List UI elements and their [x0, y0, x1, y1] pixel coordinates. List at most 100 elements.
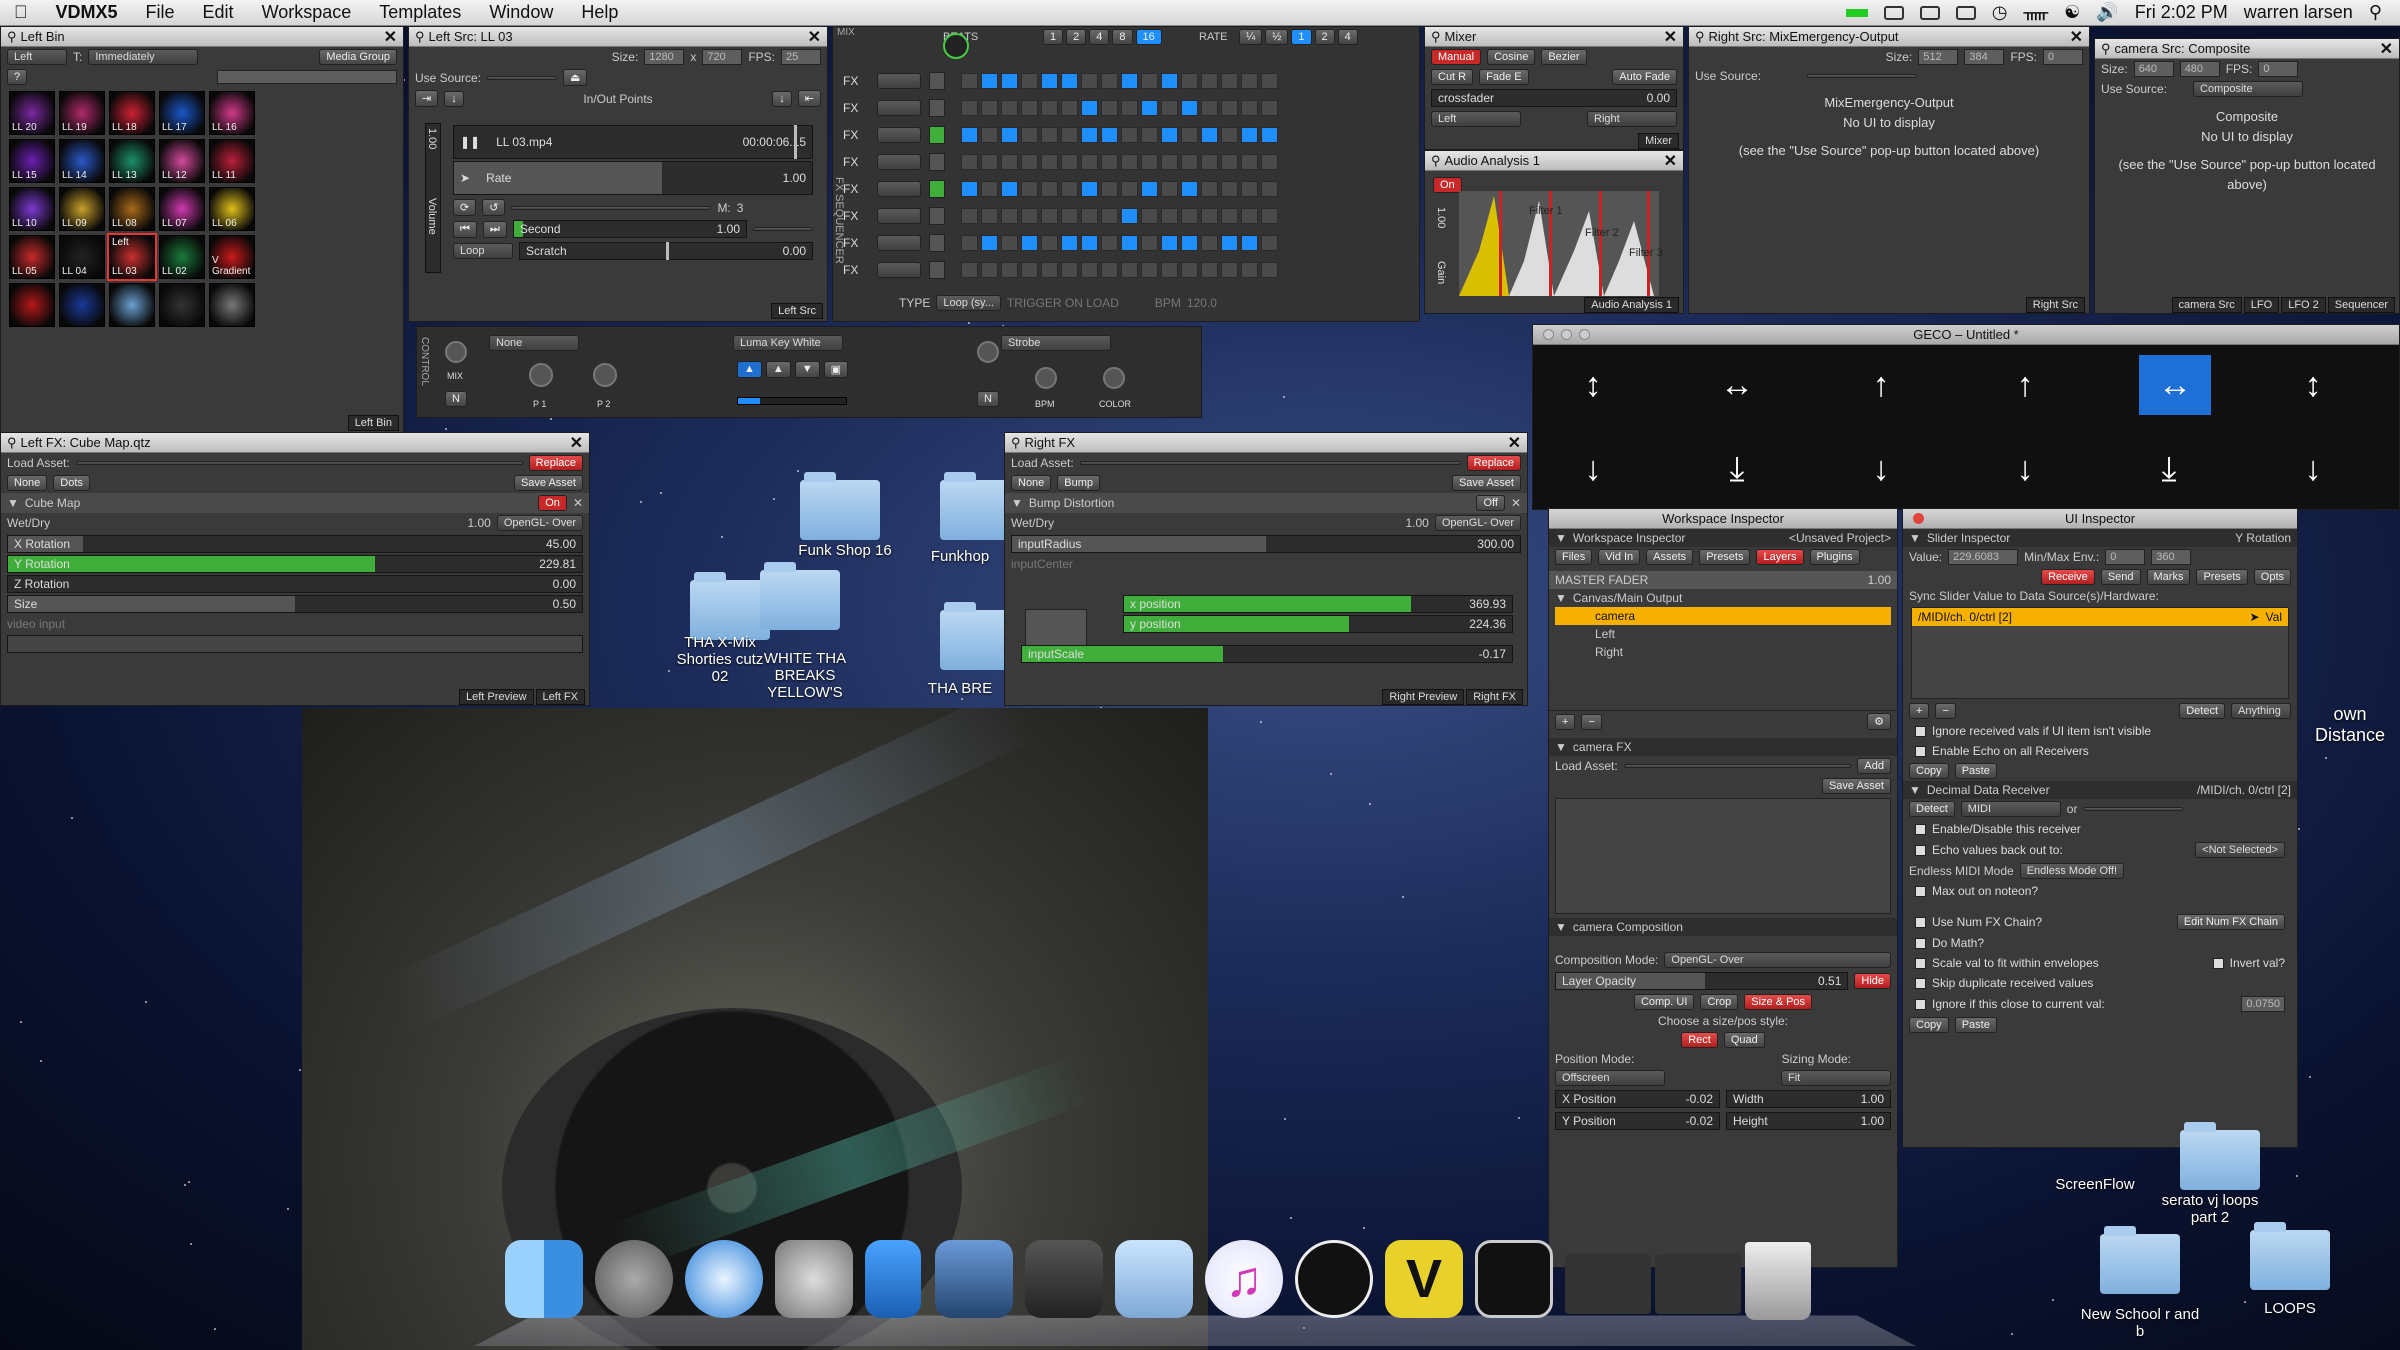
seq-step[interactable] — [1041, 180, 1058, 197]
seq-step[interactable] — [1041, 207, 1058, 224]
close-icon[interactable]: ✕ — [1511, 496, 1521, 510]
height-field[interactable]: 384 — [1964, 49, 2005, 65]
ddr-paste-button[interactable]: Paste — [1954, 1017, 1997, 1033]
tab-right-preview[interactable]: Right Preview — [1382, 689, 1465, 705]
seq-step[interactable] — [1201, 99, 1218, 116]
seq-step[interactable] — [961, 153, 978, 170]
workspace-tab[interactable]: Vid In — [1598, 549, 1641, 565]
playhead-slider[interactable]: ❚❚ LL 03.mp4 00:00:06.15 — [453, 125, 813, 159]
out-point-button[interactable]: ⇤ — [797, 90, 821, 107]
seq-step[interactable] — [1241, 234, 1258, 251]
beats-button[interactable]: 1 — [1043, 29, 1064, 45]
folder-icon[interactable] — [2250, 1222, 2330, 1290]
enable-receiver-checkbox[interactable]: Enable/Disable this receiver — [1903, 819, 2297, 839]
seq-step[interactable] — [1001, 153, 1018, 170]
seq-step[interactable] — [1261, 72, 1278, 89]
eject-icon[interactable]: ⏏ — [563, 69, 588, 86]
fx-bump-button[interactable]: Bump — [1057, 475, 1101, 491]
close-icon[interactable]: ✕ — [1664, 27, 1677, 47]
seq-step[interactable] — [1201, 207, 1218, 224]
invert-checkbox[interactable] — [2212, 957, 2224, 969]
in-point-button[interactable]: ⇥ — [415, 90, 439, 107]
edit-fx-chain-button[interactable]: Edit Num FX Chain — [2176, 914, 2285, 930]
height-slider[interactable]: Height 1.00 — [1726, 1112, 1891, 1130]
ddr-detect-button[interactable]: Detect — [1909, 801, 1955, 817]
seq-step[interactable] — [981, 261, 998, 278]
layer-row-camera[interactable]: camera — [1555, 607, 1891, 625]
seq-step[interactable] — [1021, 126, 1038, 143]
itunes-icon[interactable]: ♫ — [1205, 1240, 1283, 1318]
disclosure-icon[interactable]: ▼ — [1555, 740, 1567, 754]
folder-icon[interactable] — [690, 572, 770, 640]
luma-button-2[interactable]: ▲ — [765, 361, 791, 378]
seq-fx-select[interactable] — [877, 72, 921, 89]
rate-slider[interactable]: ➤ Rate 1.00 — [453, 161, 813, 195]
blend-select[interactable]: OpenGL- Over — [1434, 515, 1521, 531]
second-unit-select[interactable] — [753, 227, 813, 231]
seq-step[interactable] — [1081, 153, 1098, 170]
clip-thumbnail[interactable]: LL 12 — [159, 139, 205, 183]
seq-fx-select[interactable] — [877, 261, 921, 278]
fx-param-slider[interactable]: X Rotation 45.00 — [7, 535, 583, 553]
help-button[interactable]: ? — [7, 69, 28, 85]
seq-step[interactable] — [1141, 207, 1158, 224]
load-asset-select[interactable] — [75, 461, 523, 465]
x-position-slider[interactable]: X Position -0.02 — [1555, 1090, 1720, 1108]
in-point-down-button[interactable]: ↓ — [444, 90, 464, 107]
seq-step[interactable] — [1061, 207, 1078, 224]
seq-step[interactable] — [1241, 153, 1258, 170]
desktop-item-screenflow[interactable]: ScreenFlow — [2040, 1176, 2150, 1193]
workspace-tab[interactable]: Presets — [1699, 549, 1751, 565]
seq-step[interactable] — [1181, 72, 1198, 89]
seq-step[interactable] — [1181, 180, 1198, 197]
mode-select[interactable] — [511, 205, 712, 210]
left-fx-select[interactable]: None — [489, 335, 579, 351]
menu-window[interactable]: Window — [475, 2, 567, 23]
seq-step[interactable] — [1261, 153, 1278, 170]
fx-param-slider[interactable]: Y Rotation 229.81 — [7, 555, 583, 573]
seq-step[interactable] — [1001, 261, 1018, 278]
mid-fx-select[interactable]: Luma Key White — [733, 335, 843, 351]
input-radius-slider[interactable]: inputRadius 300.00 — [1011, 535, 1521, 553]
seq-step[interactable] — [961, 126, 978, 143]
copy-button[interactable]: Copy — [1909, 763, 1949, 779]
gesture-arrow-icon[interactable]: ↑ — [1851, 355, 1911, 415]
seq-step[interactable] — [1041, 234, 1058, 251]
left-bin-titlebar[interactable]: ⚲ Left Bin ✕ — [1, 27, 403, 47]
sizing-mode-select[interactable]: Fit — [1781, 1070, 1891, 1086]
rect-style-button[interactable]: Rect — [1681, 1032, 1718, 1048]
seq-step[interactable] — [961, 180, 978, 197]
close-icon[interactable]: ✕ — [1664, 151, 1677, 171]
trigger-mode-select[interactable]: Immediately — [88, 49, 199, 65]
seq-step[interactable] — [1021, 72, 1038, 89]
seq-step[interactable] — [1261, 261, 1278, 278]
close-icon[interactable]: ✕ — [2070, 27, 2083, 47]
battery-status-icon[interactable] — [1845, 8, 1868, 17]
finder-icon[interactable] — [505, 1240, 583, 1318]
rewind-icon[interactable]: ⏮ — [453, 220, 477, 238]
menu-help[interactable]: Help — [567, 2, 632, 23]
stack-icon[interactable] — [1655, 1254, 1741, 1314]
left-n-button[interactable]: N — [445, 391, 467, 407]
seq-row-led[interactable] — [929, 206, 945, 225]
tab-left-src[interactable]: Left Src — [771, 303, 823, 319]
luma-button-4[interactable]: ▣ — [823, 361, 849, 378]
seq-step[interactable] — [1241, 99, 1258, 116]
folder-icon[interactable] — [2100, 1226, 2180, 1294]
seq-fx-select[interactable] — [877, 99, 921, 116]
tab-camera-src[interactable]: camera Src — [2171, 297, 2242, 313]
right-n-button[interactable]: N — [977, 391, 999, 407]
seq-step[interactable] — [1001, 180, 1018, 197]
remove-source-button[interactable]: − — [1935, 703, 1956, 719]
seq-step[interactable] — [1061, 234, 1078, 251]
fx-none-button[interactable]: None — [1011, 475, 1052, 491]
seq-fx-select[interactable] — [877, 234, 921, 251]
seq-step[interactable] — [1141, 180, 1158, 197]
width-slider[interactable]: Width 1.00 — [1726, 1090, 1891, 1108]
seq-step[interactable] — [1101, 234, 1118, 251]
disclosure-icon[interactable]: ▼ — [1909, 783, 1921, 797]
seq-step[interactable] — [1081, 180, 1098, 197]
seq-step[interactable] — [981, 126, 998, 143]
desktop-item-loops[interactable]: LOOPS — [2250, 1300, 2330, 1317]
seq-step[interactable] — [1141, 234, 1158, 251]
